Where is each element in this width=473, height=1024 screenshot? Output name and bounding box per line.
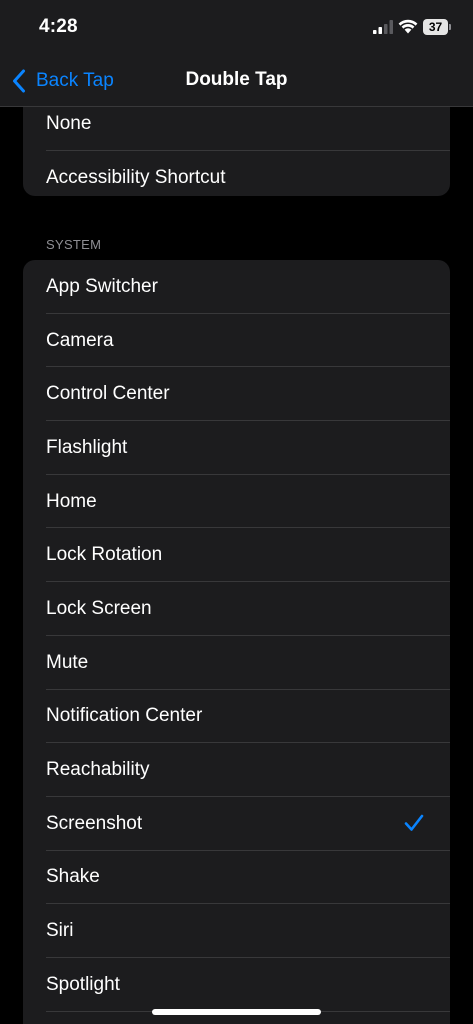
- list-item-label: Notification Center: [46, 705, 203, 727]
- battery-tip: [449, 24, 451, 30]
- actions-group: None Accessibility Shortcut: [23, 107, 450, 196]
- section-header-system: SYSTEM: [46, 237, 102, 252]
- status-time: 4:28: [39, 16, 78, 37]
- settings-list[interactable]: None Accessibility Shortcut SYSTEM App S…: [0, 107, 473, 1024]
- list-item-shake[interactable]: Shake: [23, 851, 450, 905]
- list-item-home[interactable]: Home: [23, 475, 450, 529]
- screen: 4:28 37 Back Tap Double Tap None Accessi…: [0, 0, 473, 1024]
- page-title: Double Tap: [185, 69, 288, 90]
- list-item-label: Screenshot: [46, 812, 143, 834]
- list-item-label: Spotlight: [46, 973, 120, 995]
- list-item-label: None: [46, 112, 92, 134]
- list-item-app-switcher[interactable]: App Switcher: [23, 260, 450, 314]
- status-bar: 4:28 37: [0, 0, 473, 56]
- list-item-label: Home: [46, 490, 97, 512]
- list-item-label: Lock Screen: [46, 597, 152, 619]
- list-item-lock-screen[interactable]: Lock Screen: [23, 582, 450, 636]
- list-item-siri[interactable]: Siri: [23, 904, 450, 958]
- battery-level: 37: [428, 20, 443, 34]
- list-item-notification-center[interactable]: Notification Center: [23, 690, 450, 744]
- list-item-flashlight[interactable]: Flashlight: [23, 421, 450, 475]
- list-item-label: Shake: [46, 866, 100, 888]
- list-item-mute[interactable]: Mute: [23, 636, 450, 690]
- list-item-control-center[interactable]: Control Center: [23, 367, 450, 422]
- list-item-camera[interactable]: Camera: [23, 314, 450, 368]
- list-item[interactable]: None: [23, 107, 450, 151]
- checkmark-icon: [404, 814, 424, 831]
- system-group: App Switcher Camera Control Center Flash…: [23, 260, 450, 1024]
- navigation-bar: Back Tap Double Tap: [0, 56, 473, 107]
- list-item-label: Flashlight: [46, 436, 128, 458]
- list-item-label: Mute: [46, 651, 89, 673]
- list-item[interactable]: Accessibility Shortcut: [23, 151, 450, 196]
- home-indicator[interactable]: [152, 1009, 321, 1015]
- list-item-label: App Switcher: [46, 275, 158, 297]
- list-item-reachability[interactable]: Reachability: [23, 743, 450, 797]
- list-item-label: Lock Rotation: [46, 544, 163, 566]
- list-item-screenshot[interactable]: Screenshot: [23, 797, 450, 851]
- list-item-lock-rotation[interactable]: Lock Rotation: [23, 528, 450, 583]
- list-item-spotlight[interactable]: Spotlight: [23, 958, 450, 1012]
- list-item-label: Camera: [46, 329, 114, 351]
- cellular-signal-icon: [373, 20, 393, 34]
- list-item-label: Accessibility Shortcut: [46, 166, 226, 188]
- battery-indicator: 37: [423, 19, 451, 35]
- list-item-label: Control Center: [46, 383, 170, 405]
- list-item-label: Reachability: [46, 759, 150, 781]
- list-item-label: Siri: [46, 920, 74, 942]
- wifi-icon: [398, 19, 418, 34]
